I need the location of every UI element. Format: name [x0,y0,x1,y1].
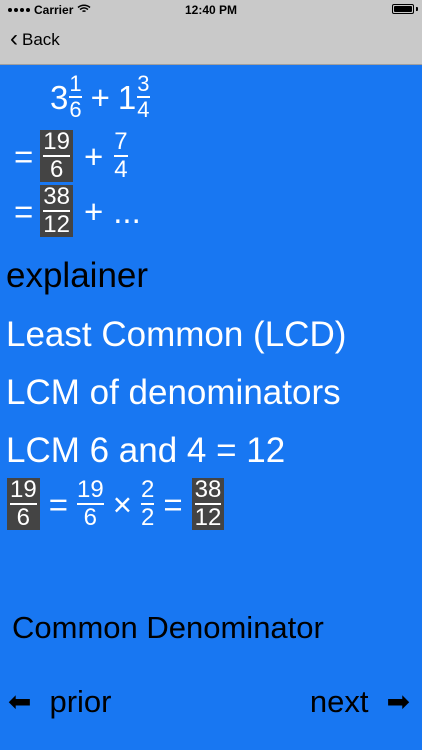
fraction-2-2: 2 2 [140,476,155,531]
ellipsis: ... [113,192,141,230]
fraction-numerator: 2 [140,476,155,503]
fraction-7-4: 7 4 [114,128,128,183]
fraction-denominator: 12 [43,211,70,238]
next-label: next [309,684,369,719]
equals-sign: = [48,485,68,523]
plus-sign: + [83,192,104,230]
back-button[interactable]: ‹ Back [10,25,60,52]
explainer-heading: explainer [6,256,149,295]
fraction-numerator: 38 [194,476,222,503]
fraction-19-6-boxed-explainer: 19 6 [7,478,40,530]
equals-sign: = [163,485,183,523]
fraction-38-12-boxed-explainer: 38 12 [191,476,225,531]
plus-sign: + [83,137,104,175]
math-line-2: = 19 6 + 7 4 [14,130,129,182]
battery-fill [394,6,412,12]
content-area: 3 1 6 + 1 3 4 = 19 6 + 7 4 = 38 12 + ...… [0,64,422,750]
fraction-denominator: 6 [69,97,82,122]
math-line-8: 19 6 = 19 6 × 2 2 = 38 12 [6,478,225,530]
fraction-denominator: 2 [140,504,155,531]
fraction-denominator: 12 [194,504,222,531]
equals-sign: = [14,137,34,175]
status-bar: Carrier 12:40 PM [0,0,422,22]
next-button[interactable]: next ➡ [310,684,410,720]
chevron-left-icon: ‹ [10,25,18,52]
fraction-numerator: 19 [76,476,104,503]
mixed-whole-2: 1 [117,78,137,116]
lcd-line: Least Common (LCD) [6,315,347,354]
fraction-numerator: 38 [43,183,70,210]
common-denominator-title: Common Denominator [12,610,324,645]
plus-sign: + [90,78,110,116]
status-time: 12:40 PM [184,3,238,17]
fraction-denominator: 6 [16,504,31,531]
battery-icon [392,4,414,14]
fraction-numerator: 7 [114,128,128,155]
mixed-whole-1: 3 [50,78,69,116]
battery-cap [416,7,418,11]
prior-label: prior [49,684,112,719]
fraction-38-12-boxed: 38 12 [40,185,73,237]
fraction-numerator: 3 [137,71,150,96]
times-sign: × [112,485,132,523]
bottom-navigation: ⬅ prior next ➡ [0,684,422,724]
fraction-numerator: 19 [10,476,37,503]
lcm-values-line: LCM 6 and 4 = 12 [6,431,286,470]
top-bar: Carrier 12:40 PM ‹ Back [0,0,422,65]
fraction-denominator: 6 [49,156,64,183]
fraction-numerator: 1 [69,71,82,96]
lcm-denominators-line: LCM of denominators [6,373,341,412]
back-label: Back [22,30,60,49]
fraction-1-6: 1 6 [69,71,82,122]
math-line-1: 3 1 6 + 1 3 4 [50,73,151,121]
fraction-denominator: 4 [137,97,150,122]
fraction-19-6: 19 6 [76,476,104,531]
fraction-3-4: 3 4 [137,71,150,122]
fraction-denominator: 6 [83,504,98,531]
app-screen: Carrier 12:40 PM ‹ Back 3 1 6 + 1 3 4 = … [0,0,422,750]
fraction-numerator: 19 [43,128,70,155]
prior-button[interactable]: ⬅ prior [8,684,111,720]
arrow-left-icon: ⬅ [8,686,32,717]
equals-sign: = [14,192,34,230]
fraction-denominator: 4 [114,156,128,183]
math-line-3: = 38 12 + ... [14,185,141,237]
fraction-19-6-boxed: 19 6 [40,130,73,182]
arrow-right-icon: ➡ [386,686,410,717]
